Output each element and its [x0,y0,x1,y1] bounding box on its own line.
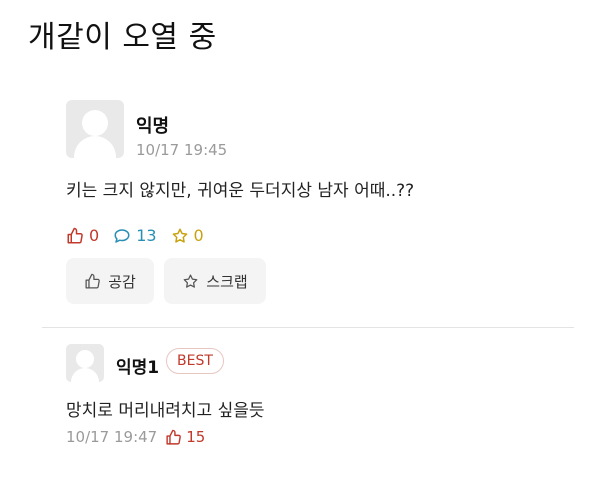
like-count-value: 0 [89,226,100,245]
like-button-label: 공감 [108,272,136,291]
comment-author: 익명1 [116,358,160,378]
post-actions: 공감 스크랩 [66,258,276,304]
avatar-head [82,110,108,136]
post-author: 익명 [136,116,170,137]
comment-count: 13 [113,226,157,245]
comment-count-value: 13 [136,226,157,245]
comment-like-button[interactable]: 15 [165,428,205,446]
comment-time: 10/17 19:47 [66,428,158,446]
avatar [66,100,124,158]
comment-meta: 10/17 19:47 15 [66,428,205,446]
scrap-count-value: 0 [193,226,204,245]
scrap-button-label: 스크랩 [206,272,248,291]
speech-bubble-icon [114,228,130,243]
star-icon [172,228,187,243]
post-content: 키는 크지 않지만, 귀여운 두더지상 남자 어때..?? [66,181,415,201]
comment-like-count: 15 [186,428,206,446]
like-button[interactable]: 공감 [66,258,154,304]
thumbs-up-icon [166,429,182,445]
comment-content: 망치로 머리내려치고 싶을듯 [66,401,265,421]
thumbs-up-icon [67,227,83,243]
post-stats: 0 13 0 [66,226,218,245]
thumbs-up-icon [85,273,101,289]
comment-avatar [66,344,104,382]
best-badge: BEST [166,348,224,374]
avatar-body [71,368,99,382]
scrap-count: 0 [171,226,204,245]
scrap-button[interactable]: 스크랩 [164,258,266,304]
star-icon [183,273,198,288]
divider [42,327,574,328]
avatar-body [74,136,116,158]
like-count: 0 [66,226,99,245]
avatar-head [76,350,94,368]
page-title: 개같이 오열 중 [28,20,217,55]
post-time: 10/17 19:45 [136,141,228,159]
